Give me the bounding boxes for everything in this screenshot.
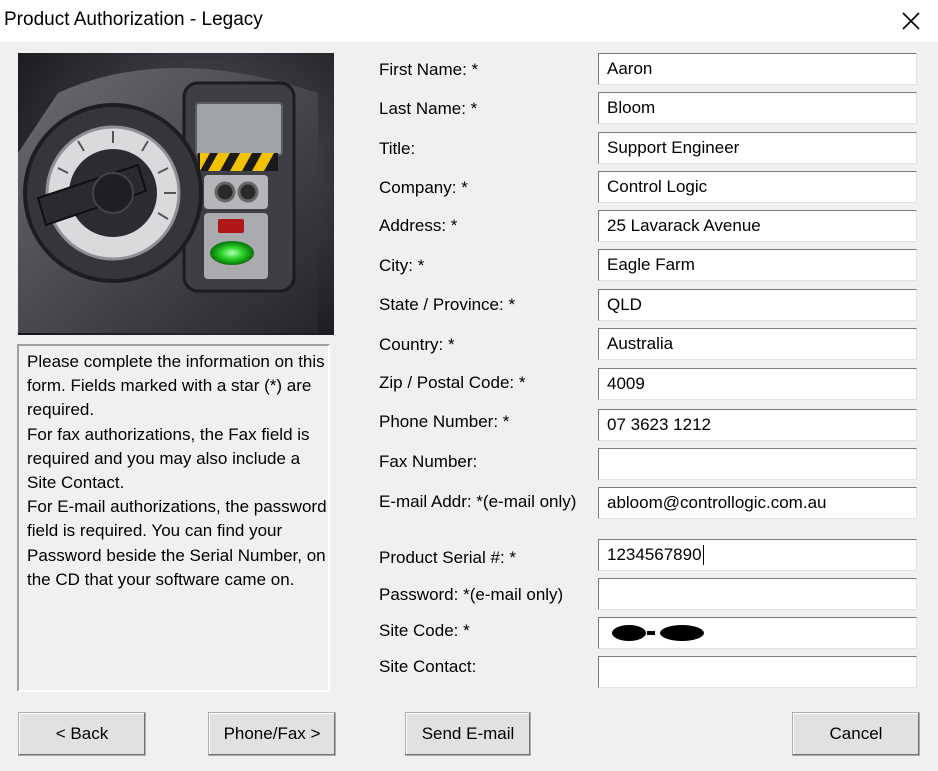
zip-label: Zip / Postal Code: * bbox=[379, 373, 526, 392]
serial-label: Product Serial #: * bbox=[379, 548, 517, 567]
state-field[interactable] bbox=[598, 289, 917, 321]
password-label: Password: *(e-mail only) bbox=[379, 585, 564, 604]
phone-label: Phone Number: * bbox=[379, 412, 510, 431]
phone-field[interactable] bbox=[598, 409, 917, 441]
country-field[interactable] bbox=[598, 328, 917, 360]
title-label: Title: bbox=[379, 139, 416, 158]
address-label: Address: * bbox=[379, 216, 458, 235]
company-field[interactable] bbox=[598, 171, 917, 203]
product-illustration bbox=[18, 53, 334, 335]
city-field[interactable] bbox=[598, 249, 917, 281]
cancel-button[interactable]: Cancel bbox=[792, 712, 920, 756]
text-cursor bbox=[702, 545, 704, 565]
send-email-button[interactable]: Send E-mail bbox=[405, 712, 531, 756]
email-field[interactable] bbox=[598, 487, 917, 519]
redacted-site-code bbox=[612, 625, 704, 641]
site-code-label: Site Code: * bbox=[379, 621, 470, 640]
address-field[interactable] bbox=[598, 210, 917, 242]
phone-fax-button[interactable]: Phone/Fax > bbox=[208, 712, 336, 756]
title-field[interactable] bbox=[598, 132, 917, 164]
city-label: City: * bbox=[379, 256, 425, 275]
fax-field[interactable] bbox=[598, 448, 917, 480]
country-label: Country: * bbox=[379, 335, 455, 354]
site-contact-field[interactable] bbox=[598, 656, 917, 688]
site-contact-label: Site Contact: bbox=[379, 657, 477, 676]
state-label: State / Province: * bbox=[379, 295, 516, 314]
fax-label: Fax Number: bbox=[379, 452, 478, 471]
site-code-field[interactable] bbox=[598, 617, 917, 649]
serial-field[interactable]: 1234567890 bbox=[598, 539, 917, 571]
close-button[interactable] bbox=[888, 0, 934, 42]
email-label: E-mail Addr: *(e-mail only) bbox=[379, 492, 577, 511]
serial-value: 1234567890 bbox=[607, 545, 702, 564]
company-label: Company: * bbox=[379, 178, 468, 197]
last-name-label: Last Name: * bbox=[379, 99, 478, 118]
password-field[interactable] bbox=[598, 578, 917, 610]
instructions-panel: Please complete the information on this … bbox=[17, 344, 330, 692]
first-name-label: First Name: * bbox=[379, 60, 479, 79]
window-title: Product Authorization - Legacy bbox=[4, 9, 263, 30]
last-name-field[interactable] bbox=[598, 92, 917, 124]
instructions-text: Please complete the information on this … bbox=[27, 352, 327, 589]
close-icon bbox=[902, 12, 920, 30]
title-bar: Product Authorization - Legacy bbox=[0, 0, 938, 42]
back-button[interactable]: < Back bbox=[18, 712, 146, 756]
first-name-field[interactable] bbox=[598, 53, 917, 85]
zip-field[interactable] bbox=[598, 368, 917, 400]
